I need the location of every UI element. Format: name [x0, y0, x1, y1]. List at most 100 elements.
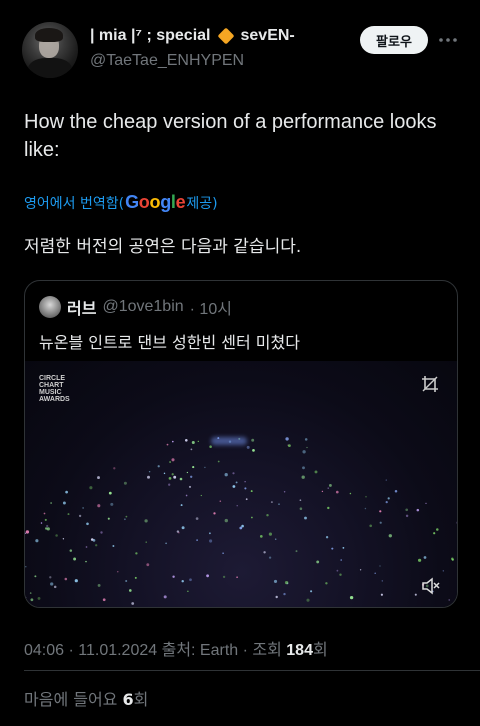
- crowd-light-dot: [67, 513, 70, 516]
- quote-header: 러브 @1ove1bin · 10시: [39, 295, 232, 319]
- crowd-light-dot: [53, 585, 57, 589]
- tweet-header: | mia |⁷ ; special sevEN- @TaeTae_ENHYPE…: [22, 22, 462, 82]
- crowd-light-dot: [275, 595, 278, 599]
- translation-attribution[interactable]: 영어에서 번역함( Google 제공): [24, 192, 218, 213]
- crowd-light-dot: [339, 573, 342, 576]
- crowd-light-dot: [314, 470, 318, 474]
- crowd-light-dot: [235, 481, 238, 484]
- follow-button[interactable]: 팔로우: [360, 26, 428, 54]
- crowd-light-dot: [50, 502, 52, 504]
- crowd-light-dot: [30, 598, 34, 602]
- crowd-light-dot: [224, 473, 228, 477]
- crowd-light-dot: [385, 500, 388, 504]
- crowd-light-dot: [35, 539, 39, 543]
- crowd-light-dot: [336, 569, 339, 572]
- crowd-light-dot: [328, 483, 332, 487]
- crowd-light-dot: [325, 536, 329, 539]
- crowd-light-dot: [146, 563, 150, 567]
- crowd-light-dot: [85, 560, 87, 563]
- crowd-light-dot: [301, 475, 305, 479]
- crowd-light-dot: [46, 524, 49, 528]
- crowd-light-dot: [425, 502, 427, 505]
- crowd-light-dot: [172, 575, 175, 578]
- crowd-light-dot: [364, 507, 367, 510]
- crowd-light-dot: [180, 504, 183, 507]
- crowd-light-dot: [135, 552, 138, 555]
- author-display-name[interactable]: | mia |⁷ ; special sevEN-: [90, 27, 295, 45]
- crowd-light-dot: [236, 505, 238, 507]
- crowd-light-dot: [270, 501, 273, 504]
- crowd-light-dot: [335, 490, 339, 494]
- crowd-light-dot: [157, 465, 160, 468]
- quote-author-handle[interactable]: @1ove1bin: [102, 298, 183, 316]
- crowd-light-dot: [107, 517, 110, 520]
- likes-count: 6: [122, 690, 134, 709]
- crowd-light-dot: [327, 487, 329, 489]
- crowd-light-dot: [232, 485, 236, 488]
- crowd-light-dot: [321, 490, 324, 493]
- quote-author-name[interactable]: 러브: [67, 295, 96, 319]
- crowd-light-dot: [37, 596, 41, 600]
- crowd-light-dot: [89, 486, 93, 490]
- crowd-light-dot: [206, 574, 210, 578]
- crowd-light-dot: [97, 476, 100, 480]
- crowd-light-dot: [124, 518, 126, 521]
- author-handle[interactable]: @TaeTae_ENHYPEN: [90, 52, 244, 70]
- crowd-light-dot: [185, 439, 188, 442]
- crowd-light-dot: [172, 440, 174, 443]
- crowd-light-dot: [379, 521, 382, 524]
- crowd-light-dot: [168, 483, 171, 486]
- crowd-light-dot: [316, 560, 320, 564]
- quote-tweet-card[interactable]: 러브 @1ove1bin · 10시 뉴온블 인트로 댄브 성한빈 센터 미쳤다…: [24, 280, 458, 608]
- crowd-light-dot: [25, 532, 27, 534]
- crowd-light-dot: [448, 599, 450, 601]
- crowd-light-dot: [349, 595, 354, 600]
- crowd-light-dot: [340, 559, 343, 561]
- volume-muted-icon[interactable]: [421, 577, 443, 597]
- crowd-light-dot: [359, 569, 362, 571]
- crowd-light-dot: [325, 582, 328, 585]
- crowd-light-dot: [131, 602, 135, 605]
- crowd-light-dot: [117, 571, 119, 573]
- crowd-light-dot: [69, 549, 73, 552]
- crowd-light-dot: [349, 492, 352, 495]
- crowd-light-dot: [331, 547, 334, 550]
- crop-icon[interactable]: [421, 375, 441, 395]
- crowd-light-dot: [43, 512, 46, 515]
- crowd-light-dot: [163, 472, 166, 475]
- tweet-timestamp: 04:06 · 11.01.2024 출처: Earth · 조회 184회: [24, 636, 328, 660]
- crowd-light-dot: [65, 490, 68, 494]
- quote-video[interactable]: CIRCLE CHART MUSIC AWARDS: [25, 361, 457, 607]
- crowd-light-dot: [374, 572, 376, 574]
- quote-text: 뉴온블 인트로 댄브 성한빈 센터 미쳤다: [39, 333, 300, 352]
- likes-row[interactable]: 마음에 들어요 6회: [24, 686, 148, 710]
- crowd-light-dot: [379, 565, 381, 567]
- crowd-light-dot: [302, 450, 306, 454]
- crowd-light-dot: [273, 579, 278, 583]
- crowd-light-dot: [274, 538, 277, 540]
- crowd-light-dot: [163, 595, 167, 599]
- quote-author-avatar[interactable]: [39, 296, 61, 318]
- crowd-light-dot: [283, 592, 286, 596]
- crowd-light-dot: [295, 550, 298, 553]
- crowd-light-dot: [62, 538, 65, 540]
- author-avatar[interactable]: [22, 22, 78, 78]
- crowd-light-dot: [222, 552, 224, 554]
- crowd-light-dot: [283, 491, 286, 493]
- crowd-light-dot: [224, 518, 228, 523]
- ellipsis-icon[interactable]: [436, 30, 460, 50]
- crowd-light-dot: [213, 512, 216, 515]
- crowd-light-dot: [405, 508, 409, 512]
- crowd-light-dot: [102, 598, 106, 602]
- crowd-light-dot: [62, 501, 66, 505]
- divider: [24, 670, 480, 671]
- crowd-light-dot: [259, 535, 263, 538]
- crowd-light-dot: [25, 566, 27, 568]
- crowd-light-dot: [34, 575, 37, 578]
- view-count: 184: [286, 642, 313, 659]
- crowd-light-dot: [188, 485, 192, 488]
- crowd-light-dot: [90, 538, 94, 541]
- crowd-light-dot: [268, 556, 272, 559]
- crowd-light-dot: [171, 458, 175, 462]
- crowd-light-dot: [405, 514, 409, 518]
